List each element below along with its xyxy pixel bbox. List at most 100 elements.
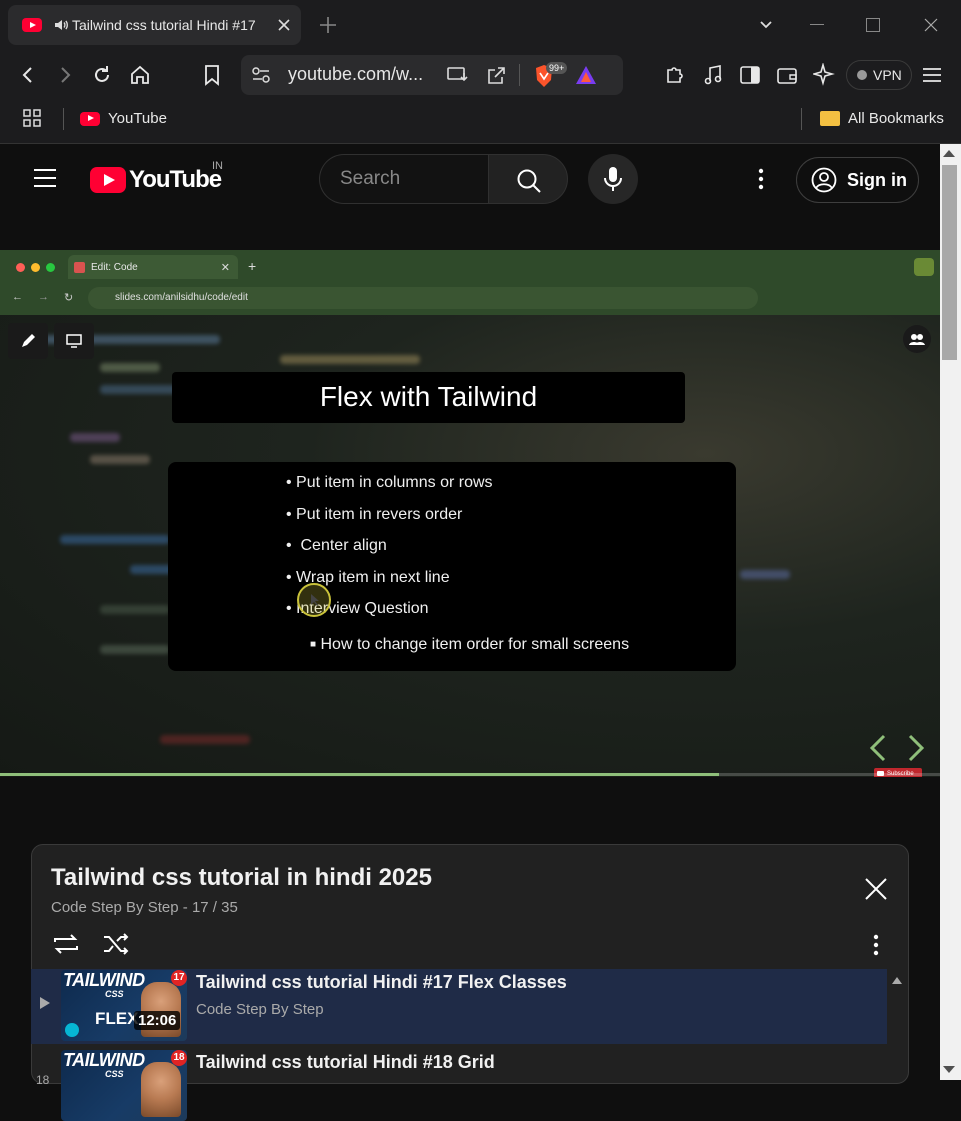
back-icon[interactable] [18, 65, 38, 85]
settings-more-icon[interactable] [757, 168, 765, 190]
guide-menu-icon[interactable] [33, 168, 57, 188]
media-music-icon[interactable] [702, 64, 724, 86]
slides-present-button [54, 323, 94, 359]
vpn-status-dot-icon [857, 70, 867, 80]
bullet-list: • Put item in columns or rows • Put item… [286, 474, 629, 654]
account-circle-icon [811, 167, 837, 193]
bullet-item: • Wrap item in next line [286, 568, 450, 586]
close-playlist-icon[interactable] [864, 877, 888, 901]
bullet-item: • Put item in revers order [286, 505, 463, 523]
bullet-item: • Interview Question [286, 600, 429, 617]
brave-rewards-icon[interactable] [574, 64, 598, 86]
search-button[interactable] [488, 154, 568, 204]
now-playing-icon [40, 997, 50, 1009]
mac-zoom-dot-icon [46, 263, 55, 272]
sub-bullet-item: ■ How to change item order for small scr… [310, 636, 630, 653]
browser-tab[interactable]: Tailwind css tutorial Hindi #17 Flex Cla… [8, 5, 301, 45]
forward-icon[interactable] [55, 65, 75, 85]
slide-bullets-box: • Put item in columns or rows • Put item… [168, 462, 736, 671]
search-input[interactable]: Search [319, 154, 489, 204]
playlist-channel[interactable]: Code Step By Step [51, 899, 179, 916]
video-inner-newtab-icon: + [248, 258, 257, 274]
folder-icon [820, 111, 840, 126]
reload-icon[interactable] [91, 64, 113, 86]
shuffle-icon[interactable] [102, 932, 130, 956]
mac-close-dot-icon [16, 263, 25, 272]
maximize-icon[interactable] [866, 18, 880, 32]
video-inner-close-icon: ✕ [220, 261, 230, 274]
menu-hamburger-icon[interactable] [922, 66, 942, 84]
close-window-icon[interactable] [923, 17, 939, 33]
microphone-icon [603, 166, 623, 192]
playlist-more-icon[interactable] [872, 934, 880, 956]
slide-prev-chevron-icon [868, 734, 888, 762]
bookmark-icon[interactable] [202, 64, 222, 86]
video-inner-tab: Edit: Code ✕ [68, 255, 238, 279]
bookmark-divider [801, 108, 802, 130]
sign-in-button[interactable]: Sign in [796, 157, 919, 203]
voice-search-button[interactable] [588, 154, 638, 204]
speaker-icon[interactable] [53, 17, 69, 33]
tailwind-logo-icon [65, 1023, 79, 1037]
vpn-button[interactable]: VPN [846, 60, 912, 90]
site-settings-icon[interactable] [251, 66, 271, 84]
new-tab-icon[interactable] [318, 15, 338, 35]
video-duration: 12:06 [134, 1011, 181, 1030]
scroll-down-icon[interactable] [943, 1066, 955, 1073]
cast-install-icon[interactable] [446, 64, 468, 86]
all-bookmarks-button[interactable]: All Bookmarks [820, 110, 944, 127]
extensions-icon[interactable] [664, 64, 686, 86]
bookmark-youtube-label: YouTube [108, 110, 167, 127]
slides-edit-button [8, 323, 48, 359]
thumb-number: 17 [171, 970, 187, 986]
bookmark-divider [63, 108, 64, 130]
close-tab-icon[interactable] [276, 17, 292, 33]
bookmark-youtube[interactable]: YouTube [80, 110, 167, 127]
url-text[interactable]: youtube.com/w... [288, 64, 423, 85]
youtube-favicon-icon [80, 111, 100, 126]
tab-list-chevron-icon[interactable] [758, 17, 774, 33]
thumb-number: 18 [171, 1050, 187, 1066]
video-channel[interactable]: Code Step By Step [196, 1001, 324, 1018]
playlist-title[interactable]: Tailwind css tutorial in hindi 2025 [51, 864, 432, 892]
slides-favicon-icon [74, 261, 85, 273]
wallet-icon[interactable] [776, 64, 798, 86]
bullet-item: • Center align [286, 537, 387, 554]
video-thumbnail[interactable]: TAILWIND CSS 18 [61, 1050, 187, 1121]
video-title[interactable]: Tailwind css tutorial Hindi #18 Grid [196, 1052, 495, 1073]
youtube-favicon-icon [22, 18, 42, 32]
search-placeholder: Search [340, 168, 401, 189]
slide-title: Flex with Tailwind [319, 381, 538, 412]
region-code: IN [212, 160, 223, 172]
mac-minimize-dot-icon [31, 263, 40, 272]
video-progress-track[interactable] [0, 773, 940, 776]
thumb-word: FLEX [95, 1009, 139, 1028]
youtube-logo[interactable]: YouTube [90, 166, 222, 194]
thumb-brand: TAILWIND [63, 1050, 145, 1070]
youtube-logo-text: YouTube [129, 166, 222, 193]
bullet-item: • Put item in columns or rows [286, 474, 493, 491]
playlist-subtitle: Code Step By Step - 17 / 35 [51, 899, 238, 916]
scrollbar-thumb[interactable] [942, 165, 957, 360]
vpn-label: VPN [873, 67, 902, 83]
thumb-sub: CSS [105, 989, 124, 999]
home-icon[interactable] [129, 64, 151, 86]
scroll-up-icon[interactable] [943, 150, 955, 157]
slide-next-chevron-icon [906, 734, 926, 762]
search-icon [516, 168, 542, 194]
video-inner-url: slides.com/anilsidhu/code/edit [115, 292, 248, 303]
thumb-sub: CSS [105, 1069, 124, 1079]
video-title[interactable]: Tailwind css tutorial Hindi #17 Flex Cla… [196, 972, 567, 993]
playlist-scroll-up-icon[interactable] [892, 977, 902, 984]
playlist-index: 18 [36, 1073, 50, 1087]
playlist-separator: - [182, 899, 192, 916]
minimize-icon[interactable] [810, 24, 824, 25]
share-icon[interactable] [486, 64, 508, 86]
video-inner-reload-icon: ↻ [64, 292, 74, 304]
loop-icon[interactable] [52, 932, 80, 956]
sidebar-toggle-icon[interactable] [739, 64, 761, 86]
apps-grid-icon[interactable] [23, 109, 42, 128]
leo-ai-icon[interactable] [813, 63, 835, 87]
playlist-position: 17 / 35 [191, 899, 238, 916]
video-thumbnail[interactable]: TAILWIND CSS 17 FLEX [61, 970, 187, 1041]
